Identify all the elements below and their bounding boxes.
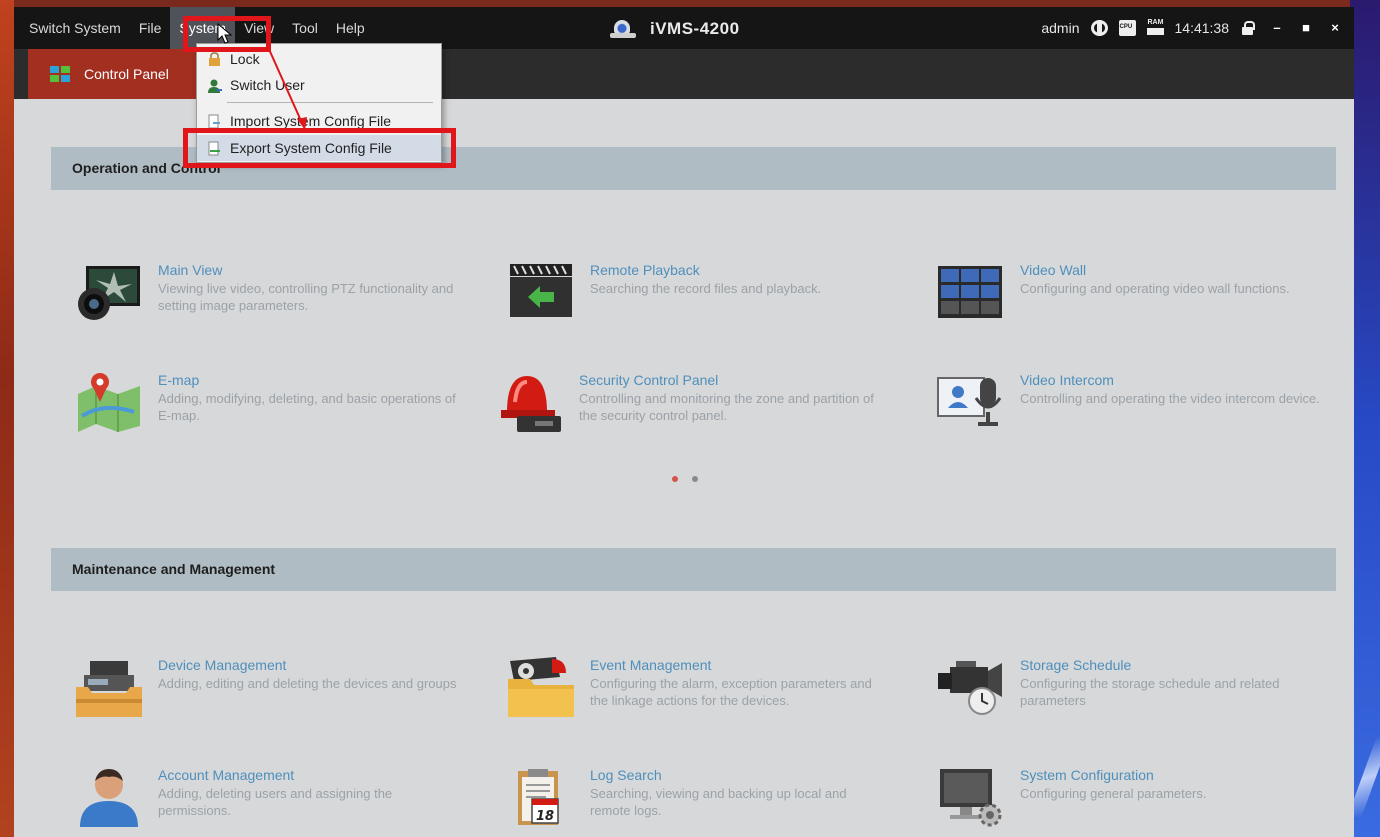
- menu-separator: [227, 102, 433, 103]
- control-panel-icon: [50, 66, 70, 82]
- card-title: Remote Playback: [590, 262, 700, 278]
- export-icon: [208, 141, 220, 155]
- card-title: Event Management: [590, 657, 712, 673]
- tab-label: Control Panel: [84, 66, 169, 82]
- card-description: Adding, editing and deleting the devices…: [158, 676, 457, 691]
- card-video-intercom[interactable]: Video Intercom Controlling and operating…: [936, 372, 1336, 452]
- minimize-button[interactable]: –: [1268, 20, 1286, 36]
- menu-file[interactable]: File: [130, 7, 171, 49]
- system-configuration-icon: [940, 769, 1002, 827]
- card-description: Adding, deleting users and assigning the…: [158, 786, 393, 818]
- card-description: Configuring general parameters.: [1020, 786, 1207, 801]
- card-security-control-panel[interactable]: Security Control Panel Controlling and m…: [495, 372, 895, 452]
- card-system-configuration[interactable]: System Configuration Configuring general…: [936, 767, 1336, 837]
- device-management-icon: [76, 661, 142, 717]
- status-area: admin 14:41:38 – ■ ×: [1041, 7, 1344, 49]
- card-description: Adding, modifying, deleting, and basic o…: [158, 391, 456, 423]
- ivms-window: Switch System File System View Tool Help…: [14, 7, 1354, 837]
- app-title-text: iVMS-4200: [650, 19, 740, 38]
- clock: 14:41:38: [1174, 20, 1230, 36]
- menu-item-label: Lock: [230, 51, 260, 67]
- menu-item-export-config[interactable]: Export System Config File: [197, 135, 441, 161]
- card-description: Viewing live video, controlling PTZ func…: [158, 281, 454, 313]
- calendar-day-label: 18: [536, 809, 554, 824]
- menu-item-label: Switch User: [230, 77, 305, 93]
- card-title: Account Management: [158, 767, 295, 783]
- page-dot-active[interactable]: [672, 476, 678, 482]
- cpu-icon: [1118, 20, 1136, 36]
- video-wall-icon: [938, 266, 1002, 318]
- card-description: Searching the record files and playback.: [590, 281, 822, 296]
- tab-control-panel[interactable]: Control Panel: [28, 49, 218, 99]
- account-management-icon: [80, 769, 138, 827]
- mouse-cursor-icon: [217, 23, 233, 44]
- card-title: Main View: [158, 262, 223, 278]
- current-user: admin: [1041, 20, 1080, 36]
- lock-icon: [209, 51, 220, 66]
- menu-item-switch-user[interactable]: Switch User: [197, 72, 441, 98]
- menu-item-label: Export System Config File: [230, 140, 392, 156]
- lock-icon[interactable]: [1240, 20, 1257, 36]
- card-description: Controlling and monitoring the zone and …: [579, 391, 874, 423]
- card-description: Configuring and operating video wall fun…: [1020, 281, 1290, 296]
- carousel-pagination: [672, 476, 698, 482]
- card-title: Storage Schedule: [1020, 657, 1132, 673]
- card-log-search[interactable]: 18 Log Search Searching, viewing and bac…: [506, 767, 906, 837]
- card-description: Searching, viewing and backing up local …: [590, 786, 847, 818]
- security-panel-icon: [501, 376, 561, 432]
- card-description: Controlling and operating the video inte…: [1020, 391, 1320, 406]
- main-view-icon: [78, 266, 140, 320]
- emap-icon: [78, 373, 140, 432]
- card-description: Configuring the alarm, exception paramet…: [590, 676, 872, 708]
- camera-logo-icon: [610, 18, 636, 40]
- storage-schedule-icon: [938, 661, 1002, 715]
- card-title: Security Control Panel: [579, 372, 719, 388]
- section-maintenance-management: Maintenance and Management: [51, 548, 1336, 591]
- switch-user-icon: [208, 79, 222, 93]
- card-remote-playback[interactable]: Remote Playback Searching the record fil…: [506, 262, 906, 342]
- card-event-management[interactable]: Event Management Configuring the alarm, …: [506, 657, 906, 737]
- maximize-button[interactable]: ■: [1297, 20, 1315, 36]
- remote-playback-icon: [510, 264, 572, 317]
- desktop-wallpaper-right: [1347, 0, 1380, 837]
- card-title: Video Wall: [1020, 262, 1087, 278]
- card-title: Video Intercom: [1020, 372, 1114, 388]
- card-title: E-map: [158, 372, 200, 388]
- import-icon: [208, 114, 220, 128]
- card-device-management[interactable]: Device Management Adding, editing and de…: [74, 657, 474, 737]
- card-storage-schedule[interactable]: Storage Schedule Configuring the storage…: [936, 657, 1336, 737]
- ram-icon: [1146, 19, 1164, 36]
- video-intercom-icon: [937, 377, 1002, 426]
- event-management-icon: [508, 657, 574, 717]
- menu-item-import-config[interactable]: Import System Config File: [197, 108, 441, 134]
- close-button[interactable]: ×: [1326, 20, 1344, 36]
- card-main-view[interactable]: Main View Viewing live video, controllin…: [74, 262, 474, 342]
- menu-item-label: Import System Config File: [230, 113, 392, 129]
- log-search-icon: 18: [518, 769, 559, 825]
- card-description: Configuring the storage schedule and rel…: [1020, 676, 1280, 708]
- network-icon: [1090, 20, 1108, 36]
- menu-switch-system[interactable]: Switch System: [14, 7, 130, 49]
- card-emap[interactable]: E-map Adding, modifying, deleting, and b…: [74, 372, 474, 452]
- card-title: Log Search: [590, 767, 662, 783]
- desktop-wallpaper-left: [0, 0, 14, 837]
- card-video-wall[interactable]: Video Wall Configuring and operating vid…: [936, 262, 1336, 342]
- card-title: Device Management: [158, 657, 287, 673]
- menu-item-lock[interactable]: Lock: [197, 46, 441, 72]
- system-dropdown-menu: Lock Switch User Import System Config Fi…: [196, 43, 442, 163]
- page-dot[interactable]: [692, 476, 698, 482]
- card-account-management[interactable]: Account Management Adding, deleting user…: [74, 767, 474, 837]
- card-title: System Configuration: [1020, 767, 1154, 783]
- app-title: iVMS-4200: [610, 13, 740, 45]
